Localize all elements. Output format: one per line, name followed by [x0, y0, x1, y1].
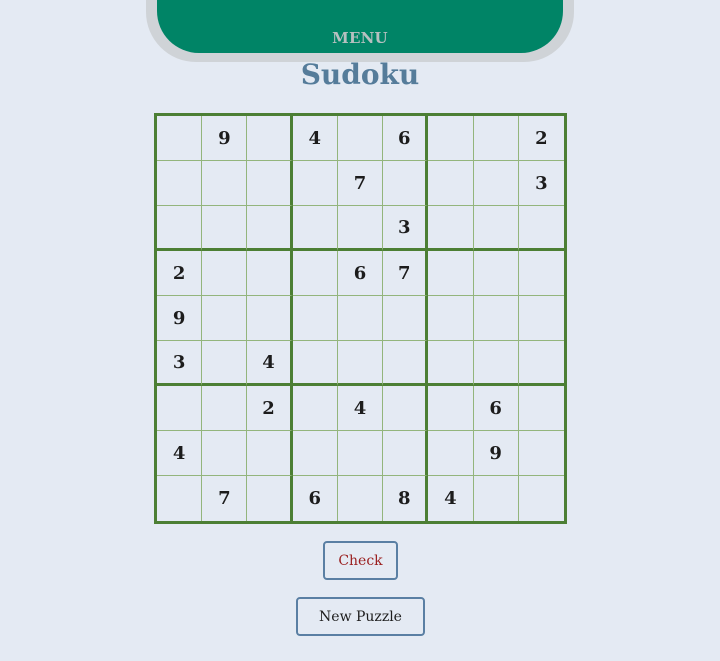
- sudoku-cell-r3-c6[interactable]: 3: [383, 206, 429, 251]
- sudoku-cell-r6-c5[interactable]: [337, 341, 384, 386]
- sudoku-cell-r9-c7[interactable]: 4: [428, 476, 474, 521]
- sudoku-cell-r9-c4[interactable]: 6: [293, 476, 338, 521]
- sudoku-cell-r2-c2[interactable]: [202, 161, 248, 206]
- sudoku-cell-r3-c9[interactable]: [518, 206, 564, 251]
- sudoku-cell-r4-c5[interactable]: 6: [337, 251, 384, 296]
- sudoku-cell-r9-c1[interactable]: [157, 476, 203, 521]
- sudoku-cell-r4-c8[interactable]: [473, 251, 519, 296]
- sudoku-cell-r8-c5[interactable]: [337, 431, 384, 476]
- sudoku-cell-r3-c8[interactable]: [473, 206, 519, 251]
- sudoku-cell-r3-c7[interactable]: [428, 206, 474, 251]
- sudoku-cell-r2-c7[interactable]: [428, 161, 474, 206]
- new-puzzle-button[interactable]: New Puzzle: [296, 597, 425, 636]
- sudoku-cell-r1-c9[interactable]: 2: [518, 116, 564, 161]
- sudoku-cell-r2-c9[interactable]: 3: [518, 161, 564, 206]
- sudoku-cell-r6-c2[interactable]: [202, 341, 248, 386]
- sudoku-cell-r7-c9[interactable]: [518, 386, 564, 431]
- sudoku-board: 9462733267934246497684: [154, 113, 567, 524]
- sudoku-cell-r9-c6[interactable]: 8: [383, 476, 429, 521]
- sudoku-cell-r5-c6[interactable]: [383, 296, 429, 341]
- sudoku-cell-r9-c9[interactable]: [519, 476, 564, 521]
- sudoku-cell-r8-c3[interactable]: [247, 431, 293, 476]
- sudoku-cell-r8-c1[interactable]: 4: [157, 431, 203, 476]
- sudoku-cell-r5-c8[interactable]: [473, 296, 519, 341]
- menu-button[interactable]: MENU: [0, 29, 720, 47]
- sudoku-cell-r2-c8[interactable]: [473, 161, 519, 206]
- sudoku-cell-r1-c6[interactable]: 6: [383, 116, 429, 161]
- sudoku-cell-r6-c8[interactable]: [473, 341, 519, 386]
- sudoku-cell-r9-c8[interactable]: [474, 476, 519, 521]
- sudoku-cell-r1-c5[interactable]: [337, 116, 384, 161]
- sudoku-cell-r4-c1[interactable]: 2: [157, 251, 203, 296]
- sudoku-cell-r8-c6[interactable]: [383, 431, 429, 476]
- sudoku-cell-r4-c7[interactable]: [428, 251, 474, 296]
- sudoku-cell-r5-c2[interactable]: [202, 296, 248, 341]
- sudoku-cell-r2-c3[interactable]: [247, 161, 293, 206]
- sudoku-cell-r7-c7[interactable]: [428, 386, 474, 431]
- sudoku-cell-r7-c8[interactable]: 6: [473, 386, 519, 431]
- sudoku-cell-r1-c7[interactable]: [428, 116, 474, 161]
- sudoku-cell-r9-c5[interactable]: [338, 476, 384, 521]
- sudoku-cell-r5-c9[interactable]: [518, 296, 564, 341]
- sudoku-cell-r4-c2[interactable]: [202, 251, 248, 296]
- sudoku-cell-r6-c4[interactable]: [292, 341, 338, 386]
- sudoku-cell-r5-c1[interactable]: 9: [157, 296, 203, 341]
- sudoku-cell-r8-c7[interactable]: [428, 431, 474, 476]
- sudoku-cell-r5-c7[interactable]: [428, 296, 474, 341]
- sudoku-cell-r2-c5[interactable]: 7: [337, 161, 384, 206]
- sudoku-cell-r2-c1[interactable]: [157, 161, 203, 206]
- sudoku-cell-r9-c2[interactable]: 7: [202, 476, 248, 521]
- sudoku-cell-r7-c2[interactable]: [202, 386, 248, 431]
- sudoku-cell-r7-c3[interactable]: 2: [247, 386, 293, 431]
- sudoku-cell-r4-c9[interactable]: [518, 251, 564, 296]
- sudoku-cell-r5-c5[interactable]: [337, 296, 384, 341]
- sudoku-cell-r4-c6[interactable]: 7: [383, 251, 429, 296]
- check-button[interactable]: Check: [323, 541, 398, 580]
- sudoku-cell-r6-c3[interactable]: 4: [247, 341, 293, 386]
- sudoku-cell-r1-c8[interactable]: [473, 116, 519, 161]
- sudoku-cell-r1-c1[interactable]: [157, 116, 203, 161]
- sudoku-cell-r8-c2[interactable]: [202, 431, 248, 476]
- sudoku-cell-r1-c2[interactable]: 9: [202, 116, 248, 161]
- sudoku-cell-r1-c3[interactable]: [247, 116, 293, 161]
- sudoku-cell-r6-c1[interactable]: 3: [157, 341, 203, 386]
- sudoku-cell-r8-c8[interactable]: 9: [473, 431, 519, 476]
- sudoku-cell-r6-c6[interactable]: [383, 341, 429, 386]
- sudoku-cell-r2-c4[interactable]: [292, 161, 338, 206]
- sudoku-cell-r7-c6[interactable]: [383, 386, 429, 431]
- sudoku-cell-r3-c4[interactable]: [292, 206, 338, 251]
- sudoku-cell-r6-c9[interactable]: [518, 341, 564, 386]
- sudoku-cell-r6-c7[interactable]: [428, 341, 474, 386]
- page-title: Sudoku: [300, 58, 420, 91]
- sudoku-cell-r7-c5[interactable]: 4: [337, 386, 384, 431]
- sudoku-cell-r3-c1[interactable]: [157, 206, 203, 251]
- sudoku-cell-r1-c4[interactable]: 4: [292, 116, 338, 161]
- sudoku-cell-r2-c6[interactable]: [383, 161, 429, 206]
- sudoku-cell-r3-c5[interactable]: [337, 206, 384, 251]
- sudoku-cell-r3-c2[interactable]: [202, 206, 248, 251]
- sudoku-cell-r8-c4[interactable]: [292, 431, 338, 476]
- sudoku-cell-r3-c3[interactable]: [247, 206, 293, 251]
- sudoku-cell-r4-c4[interactable]: [292, 251, 338, 296]
- sudoku-cell-r7-c1[interactable]: [157, 386, 203, 431]
- sudoku-cell-r5-c4[interactable]: [292, 296, 338, 341]
- sudoku-cell-r9-c3[interactable]: [247, 476, 293, 521]
- sudoku-cell-r4-c3[interactable]: [247, 251, 293, 296]
- sudoku-cell-r8-c9[interactable]: [518, 431, 564, 476]
- sudoku-cell-r5-c3[interactable]: [247, 296, 293, 341]
- sudoku-cell-r7-c4[interactable]: [292, 386, 338, 431]
